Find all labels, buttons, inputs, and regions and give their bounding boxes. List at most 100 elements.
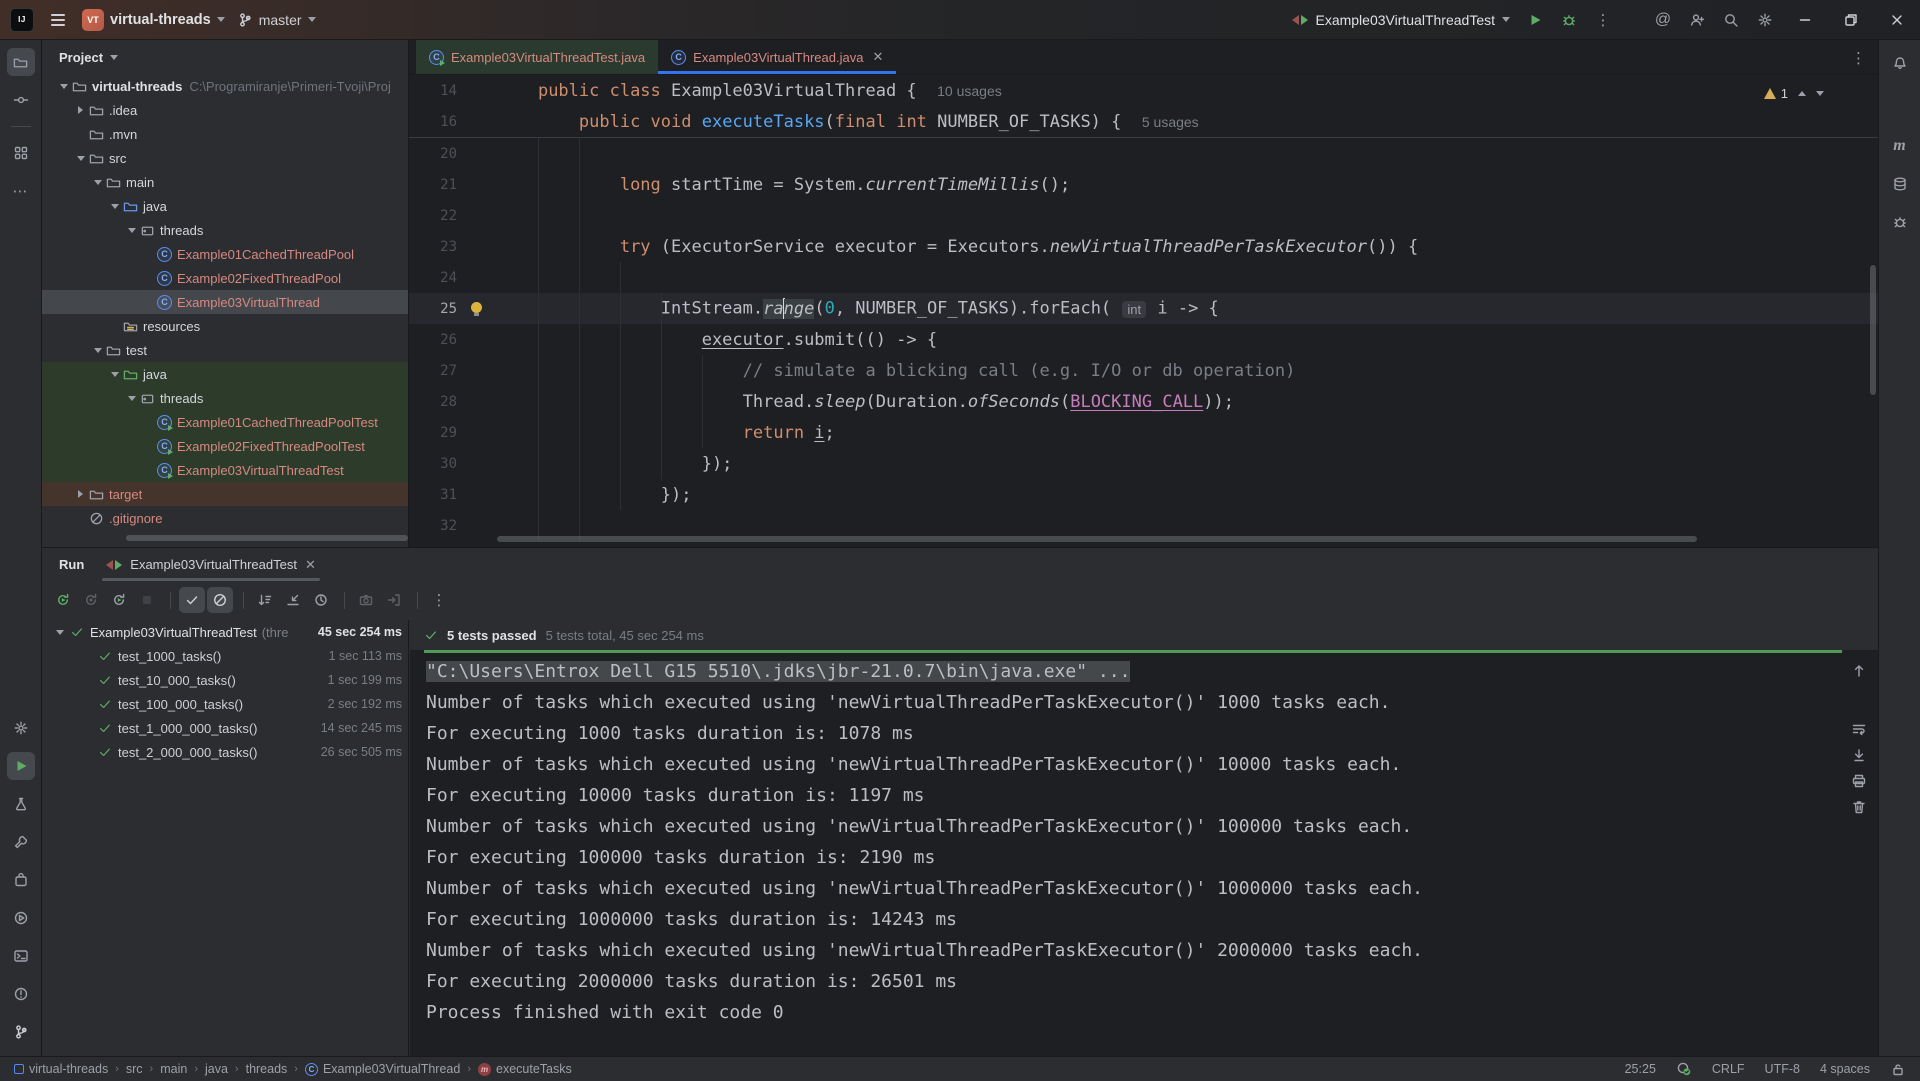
code-line-26[interactable]: 26 executor.submit(() -> { <box>409 324 1878 355</box>
scroll-to-end-button[interactable] <box>1848 742 1870 768</box>
inspections-widget[interactable]: 1 <box>1764 86 1824 101</box>
run-tab[interactable]: Example03VirtualThreadTest ✕ <box>106 548 316 581</box>
project-tree-item-example03virtualthread[interactable]: CExample03VirtualThread <box>42 290 408 314</box>
line-ending-indicator[interactable]: CRLF <box>1712 1062 1745 1076</box>
structure-icon[interactable] <box>7 139 35 167</box>
clear-all-button[interactable] <box>1848 794 1870 820</box>
test-item-row[interactable]: test_1000_tasks()1 sec 113 ms <box>42 644 408 668</box>
code-viewport[interactable]: 2021 long startTime = System.currentTime… <box>409 138 1878 541</box>
breadcrumb-item[interactable]: src <box>126 1062 143 1076</box>
breadcrumb-item[interactable]: java <box>205 1062 228 1076</box>
code-line-27[interactable]: 27 // simulate a blicking call (e.g. I/O… <box>409 355 1878 386</box>
restore-button[interactable] <box>1828 0 1874 40</box>
maven-icon[interactable]: m <box>1886 132 1914 160</box>
code-line-30[interactable]: 30 }); <box>409 448 1878 479</box>
project-panel-header[interactable]: Project <box>42 40 408 74</box>
code-line-14[interactable]: 14 public class Example03VirtualThread {… <box>409 75 1878 106</box>
intention-bulb-icon[interactable] <box>461 293 497 324</box>
run-button[interactable] <box>1518 3 1552 37</box>
screenshot-button[interactable] <box>353 587 379 613</box>
editor-vertical-scrollbar[interactable] <box>1870 265 1876 395</box>
plugins-icon[interactable] <box>7 866 35 894</box>
project-folder-icon[interactable] <box>7 48 35 76</box>
project-horizontal-scrollbar[interactable] <box>126 535 408 541</box>
breadcrumb-item[interactable]: CExample03VirtualThread <box>305 1062 460 1076</box>
more-actions-button[interactable]: ⋮ <box>1586 3 1620 37</box>
unlocked-icon[interactable] <box>1890 1061 1906 1077</box>
tab-options-button[interactable]: ⋮ <box>1851 40 1866 75</box>
editor-horizontal-scrollbar[interactable] <box>497 536 1697 542</box>
project-tree-item-example01cachedthreadpool[interactable]: CExample01CachedThreadPool <box>42 242 408 266</box>
database-icon[interactable] <box>1886 170 1914 198</box>
show-ignored-button[interactable] <box>207 587 233 613</box>
breadcrumb-item[interactable]: main <box>160 1062 187 1076</box>
project-tree-item-example01cachedthreadpooltest[interactable]: CExample01CachedThreadPoolTest <box>42 410 408 434</box>
close-icon[interactable]: ✕ <box>872 49 883 65</box>
collapse-all-button[interactable] <box>280 587 306 613</box>
chevron-down-icon[interactable] <box>56 630 64 635</box>
test-suite-row[interactable]: Example03VirtualThreadTest(thre45 sec 25… <box>42 620 408 644</box>
project-tree-item-example02fixedthreadpool[interactable]: CExample02FixedThreadPool <box>42 266 408 290</box>
vcs-branch-widget[interactable]: master <box>237 12 316 28</box>
previous-problem-button[interactable] <box>1798 91 1806 96</box>
code-line-25[interactable]: 25 IntStream.range(0, NUMBER_OF_TASKS).f… <box>409 293 1878 324</box>
editor-tab-example03virtualthread-java[interactable]: CExample03VirtualThread.java✕ <box>658 40 896 74</box>
settings-button[interactable] <box>1748 3 1782 37</box>
run-configuration-selector[interactable]: Example03VirtualThreadTest <box>1292 12 1510 28</box>
console-output[interactable]: "C:\Users\Entrox Dell G15 5510\.jdks\jbr… <box>410 656 1848 1056</box>
commit-icon[interactable] <box>7 86 35 114</box>
project-tree-item--idea[interactable]: .idea <box>42 98 408 122</box>
sort-duration-button[interactable] <box>252 587 278 613</box>
search-everywhere-button[interactable] <box>1714 3 1748 37</box>
more-horizontal-icon[interactable]: ⋯ <box>7 177 35 205</box>
project-tree-item-src[interactable]: src <box>42 146 408 170</box>
rerun-auto-button[interactable] <box>106 587 132 613</box>
dependencies-icon[interactable] <box>1886 208 1914 236</box>
editor-tab-example03virtualthreadtest-java[interactable]: CExample03VirtualThreadTest.java <box>416 40 658 74</box>
project-tree-item-resources[interactable]: resources <box>42 314 408 338</box>
history-button[interactable] <box>308 587 334 613</box>
show-passed-button[interactable] <box>179 587 205 613</box>
notifications-icon[interactable] <box>1886 48 1914 76</box>
project-tree-item-threads[interactable]: threads <box>42 386 408 410</box>
more-actions-button[interactable]: ⋮ <box>426 587 452 613</box>
code-line-16[interactable]: 16 public void executeTasks(final int NU… <box>409 106 1878 137</box>
test-item-row[interactable]: test_2_000_000_tasks()26 sec 505 ms <box>42 740 408 764</box>
code-line-21[interactable]: 21 long startTime = System.currentTimeMi… <box>409 169 1878 200</box>
project-tree-item-threads[interactable]: threads <box>42 218 408 242</box>
chevron-right-icon[interactable] <box>73 106 88 114</box>
code-line-28[interactable]: 28 Thread.sleep(Duration.ofSeconds(BLOCK… <box>409 386 1878 417</box>
chevron-down-icon[interactable] <box>90 180 105 185</box>
project-tree-item--gitignore[interactable]: .gitignore <box>42 506 408 530</box>
encoding-indicator[interactable]: UTF-8 <box>1765 1062 1800 1076</box>
test-item-row[interactable]: test_10_000_tasks()1 sec 199 ms <box>42 668 408 692</box>
close-button[interactable] <box>1874 0 1920 40</box>
test-item-row[interactable]: test_100_000_tasks()2 sec 192 ms <box>42 692 408 716</box>
breadcrumb-item[interactable]: threads <box>246 1062 288 1076</box>
test-item-row[interactable]: test_1_000_000_tasks()14 sec 245 ms <box>42 716 408 740</box>
chevron-down-icon[interactable] <box>73 156 88 161</box>
debug-button[interactable] <box>1552 3 1586 37</box>
flask-icon[interactable] <box>7 790 35 818</box>
rerun-failed-button[interactable] <box>78 587 104 613</box>
ai-assistant-button[interactable]: @ <box>1646 3 1680 37</box>
code-analysis-icon[interactable] <box>1676 1061 1692 1077</box>
project-tree-item--mvn[interactable]: .mvn <box>42 122 408 146</box>
stop-button[interactable] <box>134 587 160 613</box>
minimize-button[interactable] <box>1782 0 1828 40</box>
project-tree-item-test[interactable]: test <box>42 338 408 362</box>
code-line-31[interactable]: 31 }); <box>409 479 1878 510</box>
print-button[interactable] <box>1848 768 1870 794</box>
import-tests-button[interactable] <box>381 587 407 613</box>
problems-icon[interactable] <box>7 980 35 1008</box>
build-icon[interactable] <box>7 828 35 856</box>
breadcrumb-item[interactable]: mexecuteTasks <box>478 1062 572 1076</box>
scroll-up-button[interactable] <box>1848 658 1870 684</box>
run-icon[interactable] <box>7 752 35 780</box>
code-line-23[interactable]: 23 try (ExecutorService executor = Execu… <box>409 231 1878 262</box>
terminal-icon[interactable] <box>7 942 35 970</box>
next-problem-button[interactable] <box>1816 91 1824 96</box>
chevron-down-icon[interactable] <box>107 372 122 377</box>
chevron-down-icon[interactable] <box>124 228 139 233</box>
soft-wrap-button[interactable] <box>1848 716 1870 742</box>
